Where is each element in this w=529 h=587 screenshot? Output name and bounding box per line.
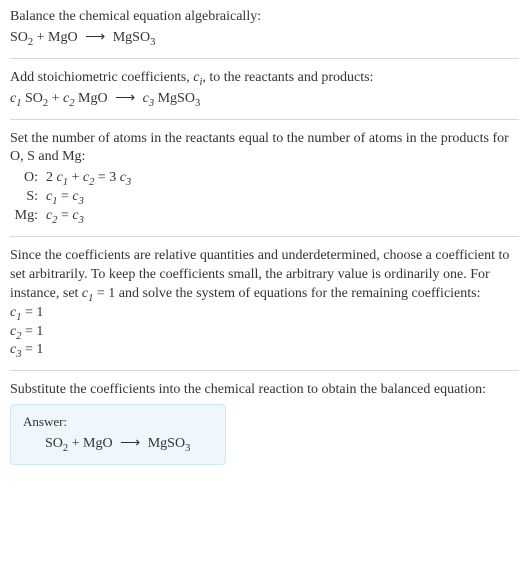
- intro-part2: , to the reactants and products:: [202, 70, 373, 85]
- c1-set: c1: [82, 286, 93, 301]
- so2-base: SO: [45, 436, 63, 451]
- equation-unbalanced: SO2 + MgO ⟶ MgSO3: [10, 29, 519, 48]
- plus: +: [48, 91, 63, 106]
- mgso3-sub: 3: [185, 443, 190, 454]
- row-eq-s: c1 = c3: [46, 188, 137, 207]
- o-c1: c1: [57, 170, 68, 185]
- mgo: MgO: [75, 91, 112, 106]
- answer-box: Answer: SO2 + MgO ⟶ MgSO3: [10, 404, 226, 464]
- s-eq: =: [57, 189, 72, 204]
- section-atom-equations: Set the number of atoms in the reactants…: [10, 130, 519, 237]
- mgso3-sub: 3: [195, 97, 200, 108]
- c1: c1: [10, 91, 21, 106]
- o-plus: +: [68, 170, 83, 185]
- c3: c3: [143, 91, 154, 106]
- mgso3-base: MgSO: [144, 436, 185, 451]
- table-row: S: c1 = c3: [10, 188, 137, 207]
- table-row: O: 2 c1 + c2 = 3 c3: [10, 169, 137, 188]
- arrow-icon: ⟶: [116, 436, 144, 451]
- mg-eq: =: [57, 208, 72, 223]
- intro-text: Balance the chemical equation algebraica…: [10, 8, 519, 27]
- row-eq-o: 2 c1 + c2 = 3 c3: [46, 169, 137, 188]
- s-c1: c1: [46, 189, 57, 204]
- product-mgso3: MgSO3: [109, 30, 155, 45]
- o-c2: c2: [83, 170, 94, 185]
- plus-mgO: + MgO: [33, 30, 81, 45]
- s-c3: c3: [72, 189, 83, 204]
- reactant-so2: SO2: [10, 30, 33, 45]
- coef-line-2: c2 = 1: [10, 323, 519, 342]
- so2-base: SO: [21, 91, 42, 106]
- table-row: Mg: c2 = c3: [10, 207, 137, 226]
- intro-text: Add stoichiometric coefficients, ci, to …: [10, 69, 519, 88]
- intro-text: Substitute the coefficients into the che…: [10, 381, 519, 400]
- equation-with-coeffs: c1 SO2 + c2 MgO ⟶ c3 MgSO3: [10, 90, 519, 109]
- o-2: 2: [46, 170, 57, 185]
- mgso3-base: MgSO: [109, 30, 150, 45]
- c3: c3: [10, 342, 21, 357]
- o-c3: c3: [120, 170, 131, 185]
- plus-mgo: + MgO: [68, 436, 116, 451]
- so2: SO2: [21, 91, 48, 106]
- so2-base: SO: [10, 30, 28, 45]
- val: = 1: [21, 342, 43, 357]
- s: 3: [79, 196, 84, 207]
- val: = 1: [21, 324, 43, 339]
- row-label-mg: Mg:: [10, 207, 46, 226]
- s: 3: [126, 177, 131, 188]
- section-answer: Substitute the coefficients into the che…: [10, 381, 519, 474]
- coef-line-3: c3 = 1: [10, 341, 519, 360]
- mgso3-base: MgSO: [154, 91, 195, 106]
- mg-c2: c2: [46, 208, 57, 223]
- s: 3: [79, 215, 84, 226]
- intro-part1: Add stoichiometric coefficients,: [10, 70, 193, 85]
- section-add-coefficients: Add stoichiometric coefficients, ci, to …: [10, 69, 519, 120]
- mgso3-sub: 3: [150, 37, 155, 48]
- section-balance-intro: Balance the chemical equation algebraica…: [10, 8, 519, 59]
- row-label-s: S:: [10, 188, 46, 207]
- atoms-table: O: 2 c1 + c2 = 3 c3 S: c1 = c3 Mg: c2 = …: [10, 169, 137, 226]
- mg-c3: c3: [72, 208, 83, 223]
- c2: c2: [63, 91, 74, 106]
- row-eq-mg: c2 = c3: [46, 207, 137, 226]
- coefficient-solutions: c1 = 1 c2 = 1 c3 = 1: [10, 304, 519, 361]
- intro-text: Since the coefficients are relative quan…: [10, 247, 519, 304]
- intro-part2: = 1 and solve the system of equations fo…: [93, 286, 480, 301]
- coef-line-1: c1 = 1: [10, 304, 519, 323]
- c2: c2: [10, 324, 21, 339]
- mgso3: MgSO3: [154, 91, 200, 106]
- section-solve-coeffs: Since the coefficients are relative quan…: [10, 247, 519, 371]
- intro-text: Set the number of atoms in the reactants…: [10, 130, 519, 168]
- reactant-so2: SO2: [45, 436, 68, 451]
- balanced-equation: SO2 + MgO ⟶ MgSO3: [23, 435, 213, 454]
- arrow-icon: ⟶: [81, 30, 109, 45]
- val: = 1: [21, 305, 43, 320]
- row-label-o: O:: [10, 169, 46, 188]
- answer-label: Answer:: [23, 413, 213, 431]
- arrow-icon: ⟶: [111, 91, 139, 106]
- o-eq: = 3: [94, 170, 119, 185]
- product-mgso3: MgSO3: [144, 436, 190, 451]
- c1: c1: [10, 305, 21, 320]
